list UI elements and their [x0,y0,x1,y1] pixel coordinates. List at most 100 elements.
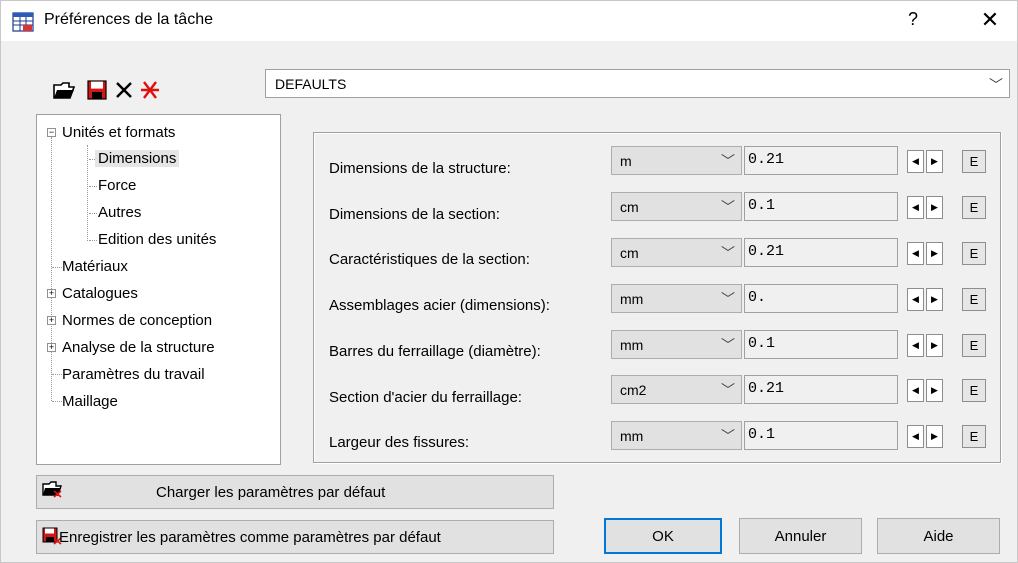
title-bar: Préférences de la tâche ? ✕ [1,1,1017,41]
precision-spinner[interactable]: ◀ ▶ [907,196,947,219]
expand-icon[interactable]: + [47,316,56,325]
unit-value: m [620,153,632,169]
exponent-button[interactable]: E [962,425,986,448]
preset-select[interactable]: DEFAULTS ﹀ [265,69,1010,98]
precision-spinner[interactable]: ◀ ▶ [907,379,947,402]
arrow-left-icon[interactable]: ◀ [907,196,924,219]
arrow-right-icon[interactable]: ▶ [926,379,943,402]
help-title-button[interactable]: ? [901,9,925,30]
close-button[interactable]: ✕ [975,7,1005,33]
arrow-left-icon[interactable]: ◀ [907,425,924,448]
tree-item-maillage[interactable]: Maillage [62,393,118,410]
value-text: 0. [748,289,767,306]
exponent-button[interactable]: E [962,196,986,219]
value-field[interactable]: 0.21 [744,375,898,404]
save-defaults-label: Enregistrer les paramètres comme paramèt… [59,529,441,546]
value-text: 0.21 [748,151,785,168]
chevron-down-icon: ﹀ [721,245,735,261]
chevron-down-icon: ﹀ [989,77,1003,93]
unit-select[interactable]: mm ﹀ [611,421,742,450]
save-defaults-button[interactable]: Enregistrer les paramètres comme paramèt… [36,520,554,554]
tree-item-dimensions[interactable]: Dimensions [95,150,180,167]
preset-value: DEFAULTS [275,76,347,92]
expand-icon[interactable]: + [47,289,56,298]
tree-item-edition-unites[interactable]: Edition des unités [98,231,216,248]
arrow-left-icon[interactable]: ◀ [907,379,924,402]
precision-spinner[interactable]: ◀ ▶ [907,242,947,265]
value-text: 0.21 [748,380,785,397]
tree-item-normes[interactable]: Normes de conception [62,312,212,329]
tree-item-catalogues[interactable]: Catalogues [62,285,138,302]
arrow-left-icon[interactable]: ◀ [907,288,924,311]
expand-icon[interactable]: + [47,343,56,352]
chevron-down-icon: ﹀ [721,291,735,307]
value-field[interactable]: 0. [744,284,898,313]
unit-value: cm2 [620,382,647,398]
unit-select[interactable]: cm2 ﹀ [611,375,742,404]
value-field[interactable]: 0.21 [744,146,898,175]
precision-spinner[interactable]: ◀ ▶ [907,150,947,173]
arrow-left-icon[interactable]: ◀ [907,150,924,173]
load-defaults-icon [42,481,62,498]
unit-value: mm [620,291,644,307]
value-text: 0.21 [748,243,785,260]
tree-item-parametres-travail[interactable]: Paramètres du travail [62,366,205,383]
row-label: Caractéristiques de la section: [329,251,530,268]
value-field[interactable]: 0.21 [744,238,898,267]
collapse-icon[interactable]: − [47,128,56,137]
chevron-down-icon: ﹀ [721,428,735,444]
exponent-button[interactable]: E [962,150,986,173]
value-text: 0.1 [748,197,776,214]
arrow-left-icon[interactable]: ◀ [907,334,924,357]
open-folder-icon[interactable] [53,79,75,101]
load-defaults-label: Charger les paramètres par défaut [156,484,386,501]
app-table-icon [12,12,34,32]
tree-item-autres[interactable]: Autres [98,204,141,221]
cancel-button[interactable]: Annuler [739,518,862,554]
arrow-right-icon[interactable]: ▶ [926,196,943,219]
precision-spinner[interactable]: ◀ ▶ [907,425,947,448]
value-text: 0.1 [748,426,776,443]
value-field[interactable]: 0.1 [744,330,898,359]
tree-item-materiaux[interactable]: Matériaux [62,258,128,275]
row-label: Section d'acier du ferraillage: [329,389,522,406]
delete-icon[interactable] [113,79,135,101]
tree-item-unites-formats[interactable]: Unités et formats [62,124,175,141]
precision-spinner[interactable]: ◀ ▶ [907,288,947,311]
exponent-button[interactable]: E [962,334,986,357]
exponent-button[interactable]: E [962,379,986,402]
load-defaults-button[interactable]: Charger les paramètres par défaut [36,475,554,509]
unit-select[interactable]: mm ﹀ [611,284,742,313]
exponent-button[interactable]: E [962,242,986,265]
row-label: Barres du ferraillage (diamètre): [329,343,541,360]
dialog-window: Préférences de la tâche ? ✕ DEFAULTS ﹀ −… [0,0,1018,563]
arrow-left-icon[interactable]: ◀ [907,242,924,265]
settings-tree: − Unités et formats Dimensions Force Aut… [36,114,281,465]
arrow-right-icon[interactable]: ▶ [926,242,943,265]
unit-select[interactable]: cm ﹀ [611,238,742,267]
save-icon[interactable] [86,79,108,101]
value-field[interactable]: 0.1 [744,421,898,450]
arrow-right-icon[interactable]: ▶ [926,150,943,173]
unit-value: mm [620,428,644,444]
row-label: Dimensions de la section: [329,206,500,223]
precision-spinner[interactable]: ◀ ▶ [907,334,947,357]
exponent-button[interactable]: E [962,288,986,311]
chevron-down-icon: ﹀ [721,382,735,398]
window-title: Préférences de la tâche [44,11,213,28]
arrow-right-icon[interactable]: ▶ [926,334,943,357]
arrow-right-icon[interactable]: ▶ [926,425,943,448]
arrow-right-icon[interactable]: ▶ [926,288,943,311]
unit-select[interactable]: m ﹀ [611,146,742,175]
unit-value: mm [620,337,644,353]
help-button[interactable]: Aide [877,518,1000,554]
value-field[interactable]: 0.1 [744,192,898,221]
unit-select[interactable]: cm ﹀ [611,192,742,221]
chevron-down-icon: ﹀ [721,153,735,169]
new-star-icon[interactable] [139,79,161,101]
row-label: Dimensions de la structure: [329,160,511,177]
tree-item-force[interactable]: Force [98,177,136,194]
tree-item-analyse[interactable]: Analyse de la structure [62,339,215,356]
ok-button[interactable]: OK [604,518,722,554]
unit-select[interactable]: mm ﹀ [611,330,742,359]
